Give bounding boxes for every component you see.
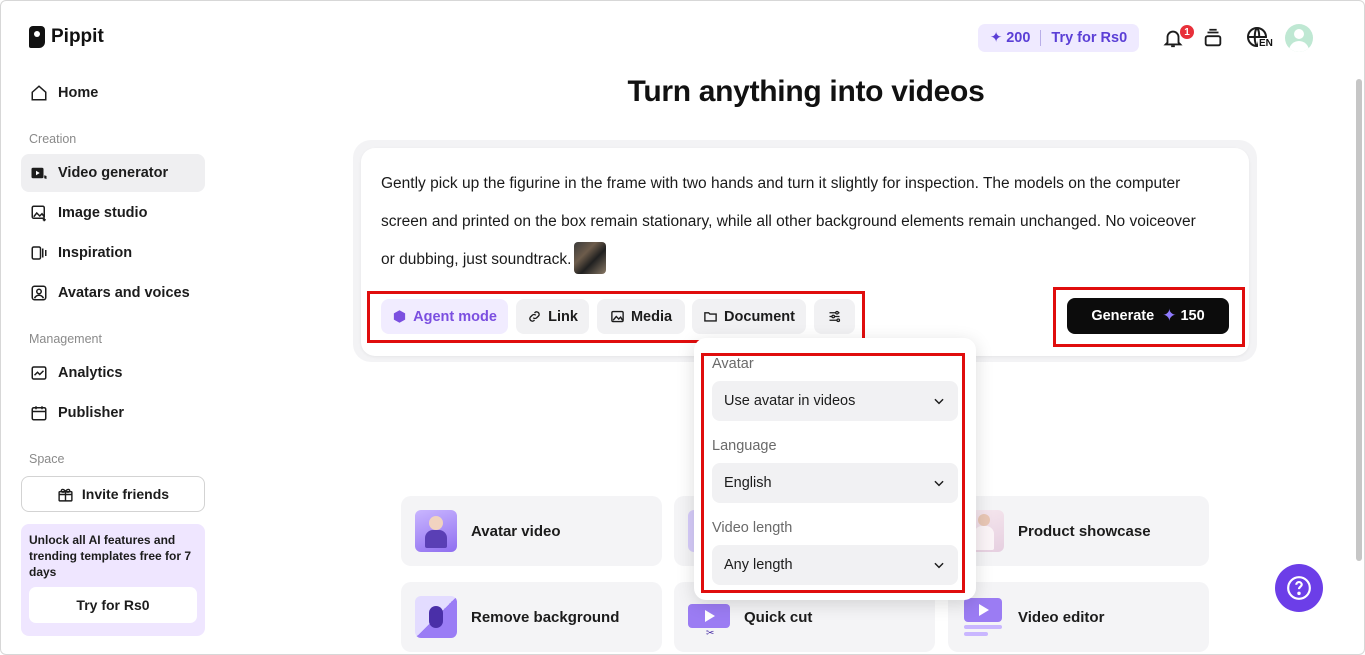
home-icon [31,85,47,101]
sparkle-icon: ✦ [990,30,1003,46]
try-link[interactable]: Try for Rs0 [1051,30,1127,46]
app-name: Pippit [51,26,104,47]
avatar-icon [31,285,47,301]
language-button[interactable]: EN [1241,25,1275,51]
avatar-label: Avatar [712,356,754,372]
sidebar-item-inspiration[interactable]: Inspiration [21,234,205,272]
sliders-icon [829,310,841,323]
notification-badge: 1 [1179,24,1195,40]
tile-remove-background[interactable]: Remove background [401,582,662,652]
video-length-select[interactable]: Any length [712,545,958,585]
generate-button[interactable]: Generate ✦ 150 [1067,298,1229,334]
folder-icon [704,312,717,322]
sidebar-item-label: Analytics [58,365,123,381]
app-window: Pippit Home Creation Video generator Ima… [0,0,1365,655]
settings-toggle-button[interactable] [814,299,855,334]
sidebar-item-publisher[interactable]: Publisher [21,394,205,432]
language-label: Language [712,438,777,454]
video-generator-icon [31,167,47,179]
generate-cost: 150 [1180,308,1205,324]
gift-icon [58,488,73,502]
prompt-text: Gently pick up the figurine in the frame… [381,175,1196,268]
avatar-video-icon [415,510,457,552]
question-icon [1287,576,1311,600]
avatar-select[interactable]: Use avatar in videos [712,381,958,421]
promo-try-button[interactable]: Try for Rs0 [29,587,197,623]
promo-text: Unlock all AI features and trending temp… [29,533,192,579]
user-avatar[interactable] [1285,24,1313,52]
promo-card: Unlock all AI features and trending temp… [21,524,205,636]
credits-pill[interactable]: ✦ 200 Try for Rs0 [978,24,1140,52]
app-logo[interactable]: Pippit [29,26,104,48]
tile-video-editor[interactable]: Video editor [948,582,1209,652]
cube-icon [393,310,406,323]
sidebar-item-home[interactable]: Home [21,74,205,112]
help-button[interactable] [1275,564,1323,612]
sidebar-item-video-generator[interactable]: Video generator [21,154,205,192]
remove-background-icon [415,596,457,638]
tile-avatar-video[interactable]: Avatar video [401,496,662,566]
sidebar-item-label: Home [58,85,99,101]
calendar-icon [31,406,47,421]
image-icon [611,310,624,323]
chevron-down-icon [934,562,944,569]
link-button[interactable]: Link [516,299,589,334]
language-code: EN [1258,38,1274,49]
image-studio-icon [31,205,46,222]
page-title: Turn anything into videos [627,75,985,108]
sidebar-item-analytics[interactable]: Analytics [21,354,205,392]
stack-icon [1204,28,1222,47]
document-button[interactable]: Document [692,299,806,334]
sidebar-item-avatars-and-voices[interactable]: Avatars and voices [21,274,205,312]
sidebar-item-image-studio[interactable]: Image studio [21,194,205,232]
quick-cut-icon: ✂ [688,596,730,639]
scrollbar-thumb[interactable] [1356,79,1362,561]
section-management: Management [29,332,102,346]
sparkle-icon: ✦ [1162,306,1177,325]
tile-product-showcase[interactable]: Product showcase [948,496,1209,566]
pippit-logo-icon [29,26,45,48]
sidebar-item-label: Video generator [58,165,169,181]
attached-image-thumbnail[interactable] [574,241,607,274]
stack-button[interactable] [1200,25,1226,51]
section-space: Space [29,452,65,466]
language-select[interactable]: English [712,463,958,503]
link-icon [529,311,540,322]
sidebar-item-label: Avatars and voices [58,285,190,301]
analytics-icon [31,366,47,380]
video-length-label: Video length [712,520,793,536]
invite-friends-button[interactable]: Invite friends [21,476,205,512]
prompt-input[interactable]: Gently pick up the figurine in the frame… [381,165,1201,279]
chevron-down-icon [934,398,944,405]
video-editor-icon [962,596,1004,638]
sidebar-item-label: Publisher [58,405,125,421]
section-creation: Creation [29,132,77,146]
agent-mode-button[interactable]: Agent mode [381,299,508,334]
divider [1040,30,1042,46]
media-button[interactable]: Media [597,299,685,334]
sidebar-item-label: Inspiration [58,245,133,261]
credits-count: ✦ 200 [990,30,1031,46]
chevron-down-icon [934,480,944,487]
inspiration-icon [31,246,47,260]
sidebar-item-label: Image studio [58,205,148,221]
